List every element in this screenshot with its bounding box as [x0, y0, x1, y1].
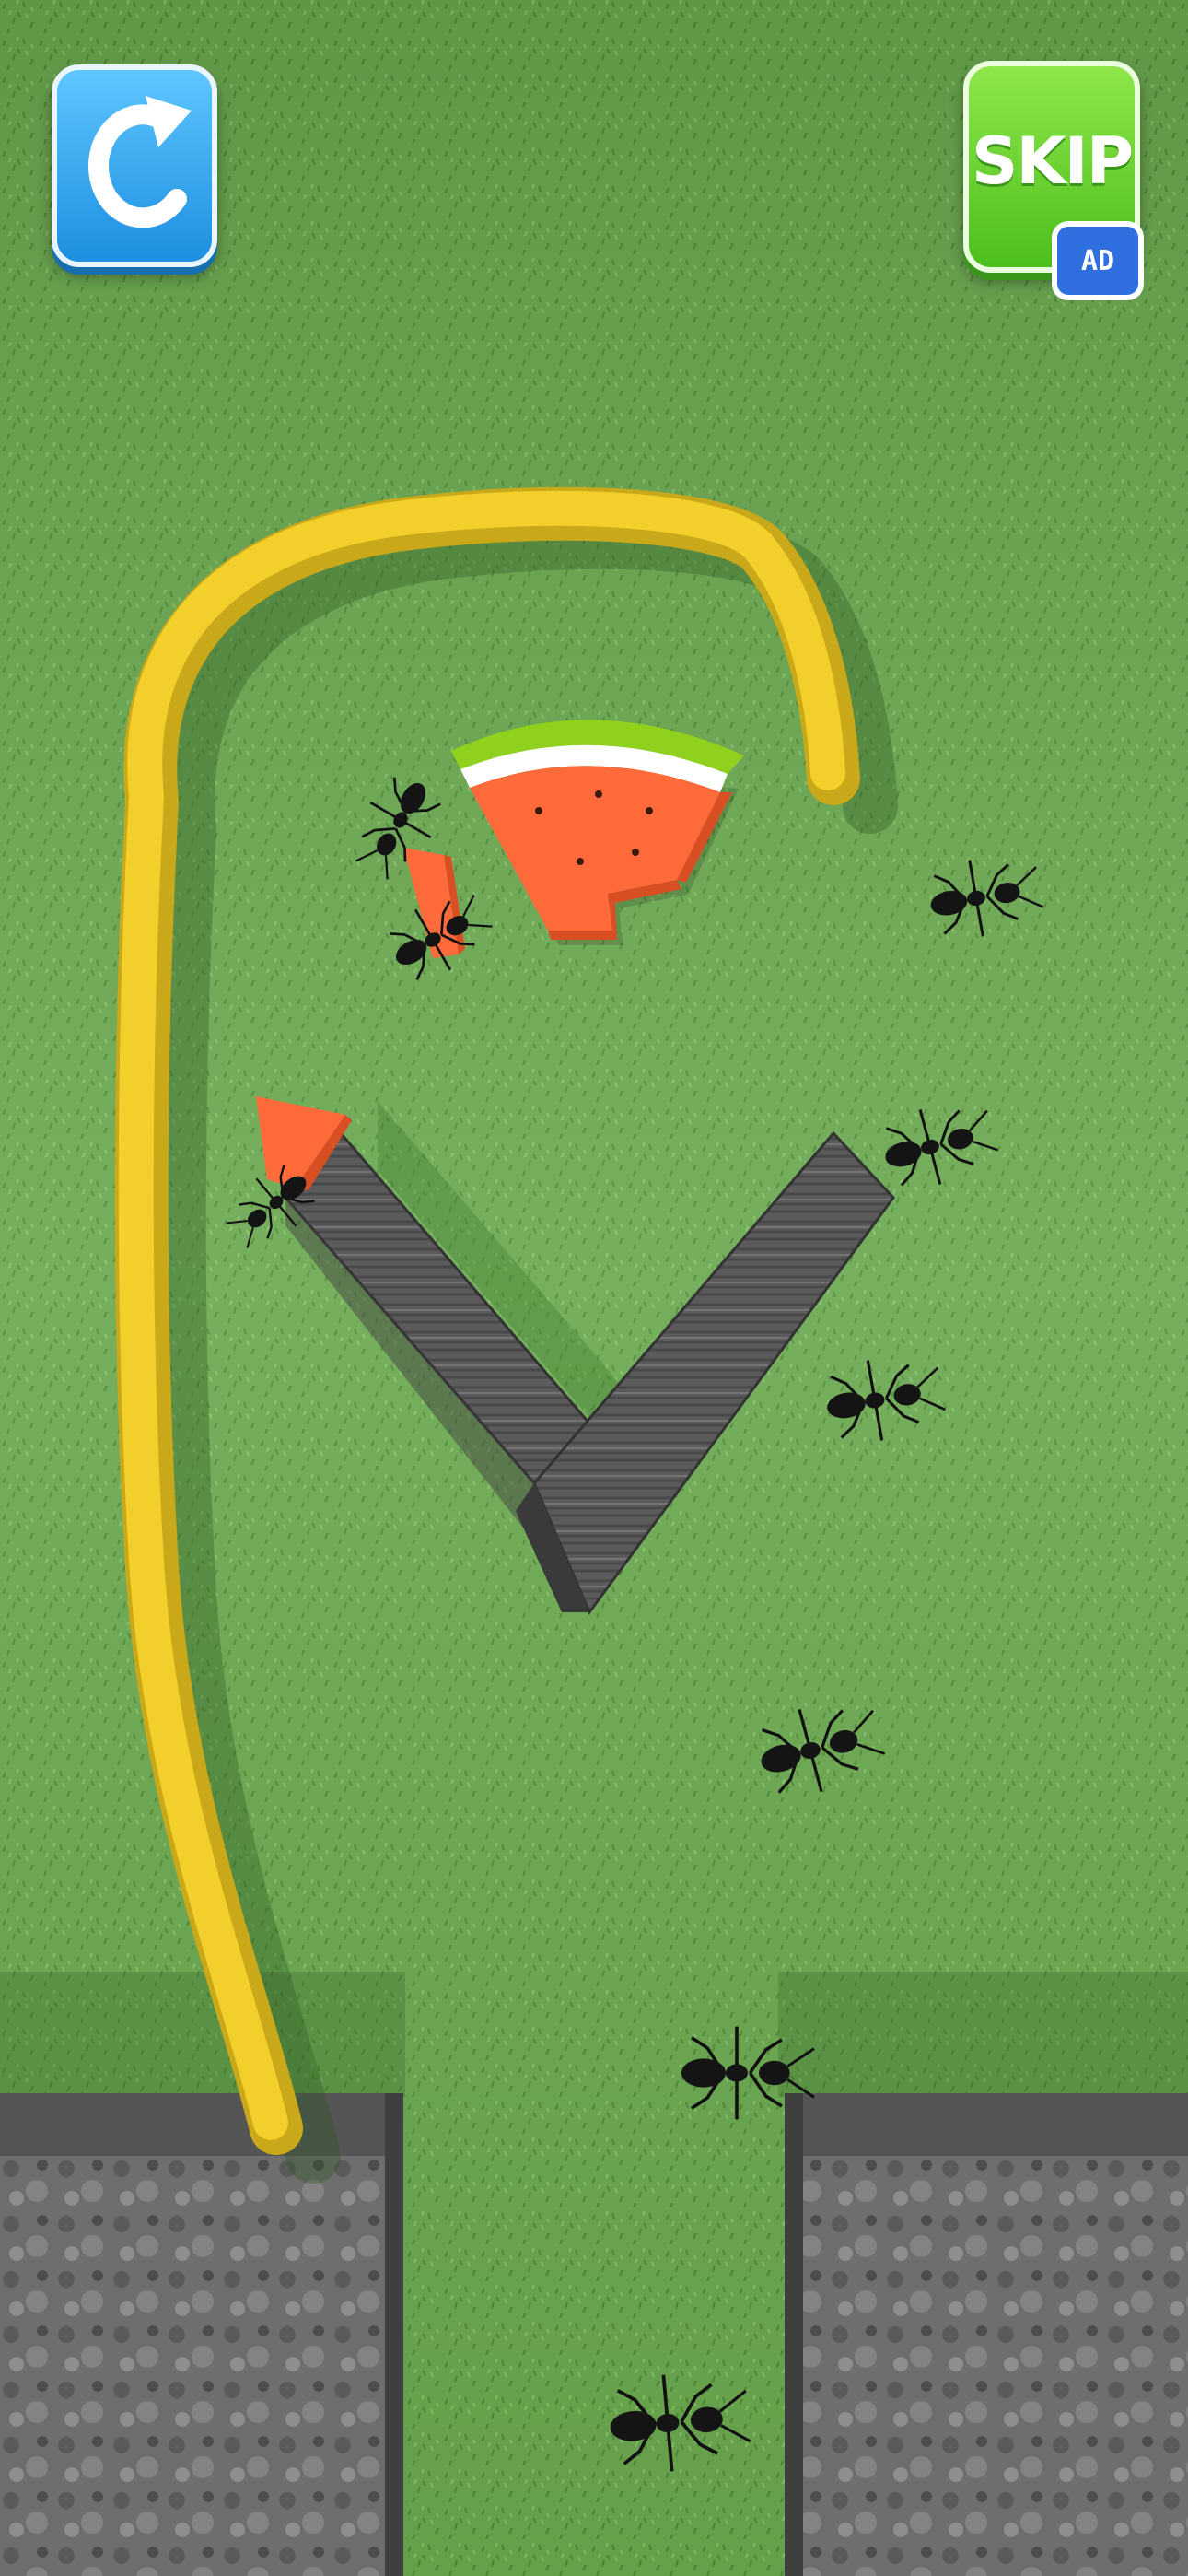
restart-button[interactable]: [52, 64, 217, 267]
game-scene[interactable]: SKIP AD: [0, 0, 1188, 2576]
skip-level-button[interactable]: SKIP AD: [963, 61, 1144, 300]
game-board[interactable]: [0, 0, 1188, 2576]
stone-wall-left: [0, 2093, 403, 2576]
stone-wall-right: [785, 2093, 1188, 2576]
restart-arrow-icon: [88, 96, 192, 228]
skip-label: SKIP: [971, 123, 1134, 199]
video-ad-icon: AD: [1052, 221, 1144, 300]
ad-badge-label: AD: [1080, 245, 1115, 277]
